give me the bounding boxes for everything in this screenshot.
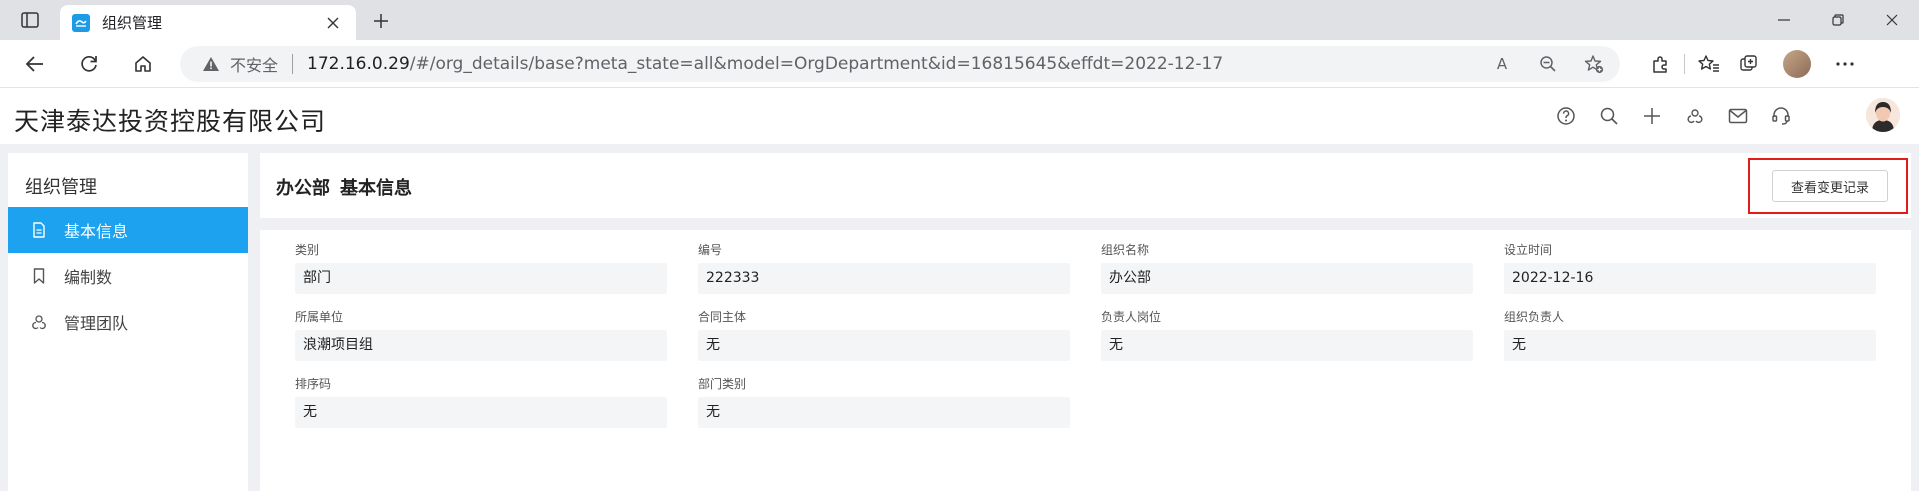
user-avatar[interactable] [1866,98,1900,132]
field-value: 部门 [295,263,667,294]
zoom-icon[interactable] [1536,52,1560,76]
field-value: 无 [698,397,1070,428]
tab-title: 组织管理 [102,14,163,32]
apps-icon[interactable] [1675,102,1715,130]
headset-icon[interactable] [1761,102,1801,130]
page-title: 办公部 基本信息 [276,174,412,200]
field-parent-unit: 所属单位 浪潮项目组 [295,309,667,361]
sidebar-item-label: 管理团队 [64,314,129,333]
field-label: 设立时间 [1504,243,1553,257]
restore-icon[interactable] [1811,0,1865,40]
sidebar-item-basic-info[interactable]: 基本信息 [8,207,248,253]
favorites-icon[interactable] [1689,48,1729,80]
field-org-name: 组织名称 办公部 [1101,242,1473,294]
read-aloud-label: A [1496,55,1508,73]
field-value: 浪潮项目组 [295,330,667,361]
field-department-type: 部门类别 无 [698,376,1070,428]
url-host: 172.16.0.29 [307,54,410,74]
company-name: 天津泰达投资控股有限公司 [14,107,327,136]
warning-icon[interactable] [202,56,220,72]
document-icon [30,221,48,239]
divider [1684,54,1685,74]
field-label: 排序码 [295,377,332,391]
field-label: 负责人岗位 [1101,310,1162,324]
field-value: 2022-12-16 [1504,263,1876,294]
field-label: 组织负责人 [1504,310,1565,324]
browser-extensions [1640,48,1865,80]
view-change-history-button[interactable]: 查看变更记录 [1772,170,1888,202]
search-icon[interactable] [1589,102,1629,130]
more-icon[interactable] [1825,48,1865,80]
mail-icon[interactable] [1718,102,1758,130]
team-icon [30,313,48,331]
refresh-icon[interactable] [74,50,104,78]
sidebar: 组织管理 基本信息 编制数 管理团队 [8,153,248,491]
field-leader-position: 负责人岗位 无 [1101,309,1473,361]
field-label: 编号 [698,243,723,257]
browser-tab[interactable]: 组织管理 [60,5,356,40]
bookmark-icon [30,267,48,285]
profile-avatar[interactable] [1783,50,1811,78]
security-status[interactable]: 不安全 [230,52,278,76]
browser-toolbar: 不安全 172.16.0.29/#/org_details/base?meta_… [0,40,1919,88]
page-header-card: 办公部 基本信息 查看变更记录 [260,153,1911,218]
sidebar-title: 组织管理 [25,177,97,198]
window-controls [1757,0,1919,40]
field-label: 组织名称 [1101,243,1150,257]
address-bar-actions: A [1490,46,1606,82]
field-value: 无 [1504,330,1876,361]
field-value: 222333 [698,263,1070,294]
field-value: 办公部 [1101,263,1473,294]
browser-tabbar: 组织管理 [0,0,1919,40]
basic-info-form: 类别 部门 编号 222333 组织名称 办公部 设立时间 2022-12-16… [260,230,1911,491]
field-label: 合同主体 [698,310,747,324]
field-sort-code: 排序码 无 [295,376,667,428]
app-favicon-icon [72,13,90,32]
field-value: 无 [1101,330,1473,361]
tab-actions-icon[interactable] [14,8,46,32]
window-close-icon[interactable] [1865,0,1919,40]
read-aloud-icon[interactable]: A [1490,52,1514,76]
field-category: 类别 部门 [295,242,667,294]
field-label: 所属单位 [295,310,344,324]
field-label: 部门类别 [698,377,747,391]
divider [292,54,294,74]
sidebar-item-label: 编制数 [64,268,113,287]
add-favorite-icon[interactable] [1582,52,1606,76]
field-value: 无 [698,330,1070,361]
close-icon[interactable] [322,12,344,34]
collections-icon[interactable] [1729,48,1769,80]
new-tab-button[interactable] [366,8,396,34]
department-name: 办公部 [276,178,330,199]
minimize-icon[interactable] [1757,0,1811,40]
field-contract-entity: 合同主体 无 [698,309,1070,361]
extensions-icon[interactable] [1640,48,1680,80]
header-actions [1546,102,1804,130]
sidebar-item-management-team[interactable]: 管理团队 [8,299,248,345]
back-icon[interactable] [20,50,50,78]
url-path: /#/org_details/base?meta_state=all&model… [409,54,1224,74]
sidebar-item-label: 基本信息 [64,222,129,241]
field-value: 无 [295,397,667,428]
field-label: 类别 [295,243,320,257]
field-established-date: 设立时间 2022-12-16 [1504,242,1876,294]
add-icon[interactable] [1632,102,1672,130]
section-name: 基本信息 [340,178,412,199]
field-org-leader: 组织负责人 无 [1504,309,1876,361]
app-header: 天津泰达投资控股有限公司 [0,88,1919,144]
help-icon[interactable] [1546,102,1586,130]
field-code: 编号 222333 [698,242,1070,294]
home-icon[interactable] [128,50,158,78]
sidebar-item-headcount[interactable]: 编制数 [8,253,248,299]
address-bar[interactable]: 不安全 172.16.0.29/#/org_details/base?meta_… [180,46,1620,82]
